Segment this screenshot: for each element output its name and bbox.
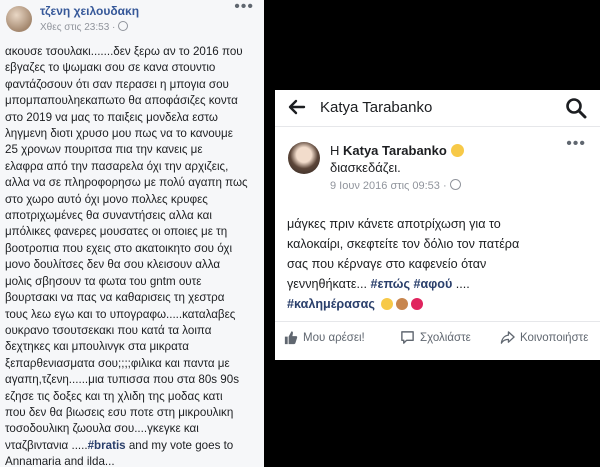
share-button[interactable]: Κοινοποιήστε bbox=[500, 330, 588, 345]
top-bar: Katya Tarabanko bbox=[275, 90, 600, 127]
author-name[interactable]: Katya Tarabanko bbox=[343, 143, 447, 158]
hashtag-link[interactable]: #bratis bbox=[88, 439, 126, 452]
post-line: που δεν θα βιωσεις εσυ ποτε στη μικρουλι… bbox=[5, 405, 234, 419]
action-bar: Μου αρέσει! Σχολιάστε Κοινοποιήστε bbox=[275, 321, 600, 356]
post-line: ακουσε τσουλακι.......δεν ξερω αν το 201… bbox=[5, 45, 243, 58]
share-icon bbox=[500, 331, 515, 344]
smiley-emoji-icon bbox=[450, 144, 464, 157]
author-avatar[interactable] bbox=[288, 142, 320, 174]
post-line: εζησε τις δοξες και τη χλιδη της μοδας κ… bbox=[5, 389, 223, 403]
globe-icon bbox=[118, 21, 129, 31]
post-line: ουκρανο τσουτσεκακι που κατά τα λοιπα bbox=[5, 323, 212, 337]
comment-button[interactable]: Σχολιάστε bbox=[400, 330, 471, 345]
laughing-emoji-icon bbox=[381, 298, 394, 310]
post-line: εβγαζες το ψωμακι σου σε κανα στουντιο bbox=[5, 61, 216, 75]
post-line: στο 2019 να μας το παιξεις μονδελα εστω bbox=[5, 110, 218, 124]
kiss-lips-emoji-icon bbox=[411, 298, 424, 310]
post-line: τους λεω εγω και το υπογραφω.....καταλαβ… bbox=[5, 307, 236, 321]
post-line: μονο δουλίτσες δεν θα σου κλεισουν αλλα bbox=[5, 258, 221, 272]
post-line: καλοκαίρι, σκεφτείτε τον δόλιο τον πατέρ… bbox=[287, 237, 520, 251]
post-line: μπόλικες φανερες μουσατες οι οποιες με τ… bbox=[5, 225, 228, 239]
post-text: .... bbox=[452, 277, 470, 291]
timestamp-text: Χθες στις 23:53 · bbox=[40, 22, 116, 33]
post-line: αλλα να σε πληροφορησω με πολύ αγαπη πως bbox=[5, 176, 248, 190]
post-line: αγαπη,τζενη......μια τυπισσα που στα 80s… bbox=[5, 373, 239, 387]
post-line: γεννηθήκατε... #επώς #αφού .... bbox=[287, 274, 592, 294]
like-button[interactable]: Μου αρέσει! bbox=[283, 330, 365, 345]
post-line: δεχτηκες και μπουλινγκ στα μικρατα bbox=[5, 340, 189, 354]
hashtag-link[interactable]: #επώς bbox=[371, 277, 410, 291]
share-label: Κοινοποιήστε bbox=[520, 331, 589, 344]
author-name[interactable]: τζενη χειλουδακη bbox=[40, 4, 139, 18]
thumbs-up-icon bbox=[284, 331, 298, 345]
post-line: ελαφρα από την πασαρελα όχι την αρχιζεις… bbox=[5, 159, 229, 173]
back-arrow-icon[interactable] bbox=[287, 97, 307, 117]
feeling-text: διασκεδάζει. bbox=[330, 160, 401, 175]
comment-label: Σχολιάστε bbox=[420, 331, 471, 344]
post-line: σας που κέρναγε στο καφενείο όταν bbox=[287, 257, 487, 271]
author-avatar[interactable] bbox=[6, 6, 32, 32]
post-timestamp[interactable]: Χθες στις 23:53 · bbox=[40, 21, 129, 33]
hashtag-link[interactable]: #καλημέρασας bbox=[287, 297, 375, 311]
post-line: φαντάζοσουν ότι σαν περασει η μπογια σου bbox=[5, 77, 229, 91]
post-line: βουρτσακι να πας να καθαρισεις τη χεστρα bbox=[5, 291, 225, 305]
like-label: Μου αρέσει! bbox=[303, 331, 365, 344]
more-options-icon[interactable]: ••• bbox=[566, 135, 586, 153]
post-line: 25 χρονων πουριτσα πια την κανεις με bbox=[5, 143, 203, 157]
comment-icon bbox=[401, 331, 414, 344]
timestamp-text: 9 Ιουν 2016 στις 09:53 · bbox=[330, 180, 447, 192]
post-line: Annamaria and ilda... bbox=[5, 455, 115, 467]
post-line: #καλημέρασας bbox=[287, 294, 592, 314]
post-line: μάγκες πριν κάνετε αποτρίχωση για το bbox=[287, 217, 501, 231]
search-icon[interactable] bbox=[565, 97, 587, 119]
post-line: ληγμενη διοτι χρυσο μου πως να το κανουμ… bbox=[5, 127, 233, 141]
more-options-icon[interactable]: ••• bbox=[234, 0, 254, 16]
post-line: μολις σβησουν τα φωτα του gntm ουτε bbox=[5, 274, 202, 288]
post-headline: Η Katya Tarabanko bbox=[330, 143, 464, 158]
post-line: μπομπαπουληεκαπωτο θα αποφάσιζες κοντα bbox=[5, 94, 238, 108]
right-post-card: Katya Tarabanko Η Katya Tarabanko διασκε… bbox=[275, 90, 600, 360]
post-line: βοοτροπια που εχεις στο ακατοικητο σου ό… bbox=[5, 241, 233, 255]
see-no-evil-monkey-emoji-icon bbox=[396, 298, 409, 310]
post-body: μάγκες πριν κάνετε αποτρίχωση για το καλ… bbox=[287, 214, 592, 314]
left-post-card: τζενη χειλουδακη Χθες στις 23:53 · ••• α… bbox=[0, 0, 264, 467]
post-line: νταζβιντανια .....#bratis and my vote go… bbox=[5, 438, 234, 452]
post-line: τοσοδουλικη ζωουλα σου....γκεγκε και bbox=[5, 422, 199, 436]
post-line: ξεπαρθενιασματα σου;;;;φιλικα και παντα … bbox=[5, 356, 230, 370]
headline-prefix: Η bbox=[330, 143, 343, 158]
topbar-title: Katya Tarabanko bbox=[320, 99, 433, 116]
post-line: αποτριχωμένες θα συναντήσεις αλλα και bbox=[5, 209, 212, 223]
post-timestamp[interactable]: 9 Ιουν 2016 στις 09:53 · bbox=[330, 179, 461, 192]
post-body: ακουσε τσουλακι.......δεν ξερω αν το 201… bbox=[5, 44, 261, 467]
post-text: γεννηθήκατε... bbox=[287, 277, 371, 291]
hashtag-link[interactable]: #αφού bbox=[414, 277, 453, 291]
globe-icon bbox=[449, 179, 461, 190]
post-line: στο χωρο αυτό όχι μονο πολλες κρυφες bbox=[5, 192, 208, 206]
